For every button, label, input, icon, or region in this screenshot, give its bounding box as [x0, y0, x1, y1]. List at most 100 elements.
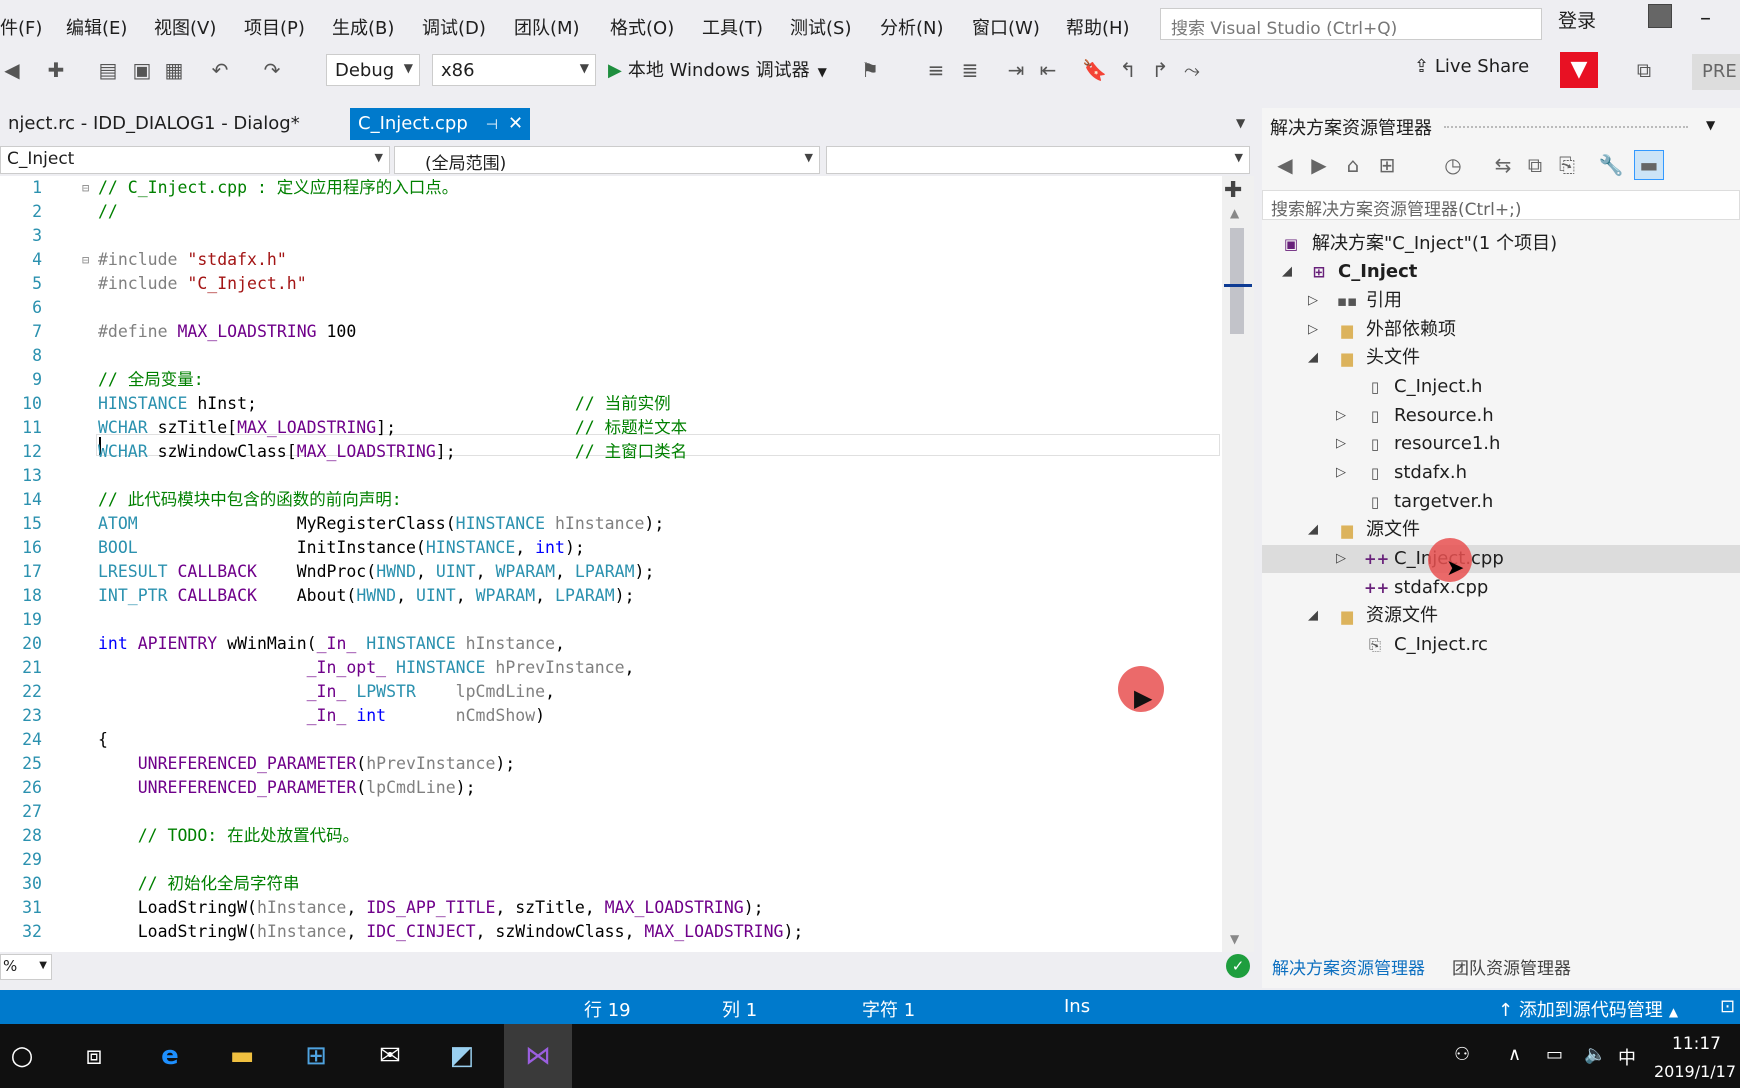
browse-icon[interactable]: ⚑	[858, 58, 882, 82]
tree-file-stdafx-h[interactable]: ▷ ▯ stdafx.h	[1262, 459, 1740, 487]
collapse-icon[interactable]: ⊟	[82, 248, 89, 272]
redo-icon[interactable]: ↷	[260, 58, 284, 82]
panel-menu-icon[interactable]: ▼	[1706, 118, 1715, 132]
menu-edit[interactable]: 编辑(E)	[66, 14, 127, 40]
tree-headers-folder[interactable]: ◢ ▆ 头文件	[1262, 344, 1740, 372]
tree-file-resource1-h[interactable]: ▷ ▯ resource1.h	[1262, 430, 1740, 458]
tree-file-inject-h[interactable]: ▯ C_Inject.h	[1262, 373, 1740, 401]
quick-launch-search[interactable]: 搜索 Visual Studio (Ctrl+Q)	[1160, 8, 1542, 40]
code-editor[interactable]: 1 ⊟// C_Inject.cpp : 定义应用程序的入口点。 2// 3 4 ⊟…	[0, 176, 1222, 952]
tree-file-inject-cpp[interactable]: ▷ ++ C_Inject.cpp	[1262, 545, 1740, 573]
show-all-files-icon[interactable]: ⎘	[1554, 152, 1580, 178]
switch-views-icon[interactable]: ⊞	[1374, 152, 1400, 178]
config-select[interactable]: Debug ▼	[326, 54, 420, 86]
tree-file-inject-rc[interactable]: ⎘ C_Inject.rc	[1262, 631, 1740, 659]
show-hidden-icons[interactable]: ∧	[1508, 1044, 1521, 1065]
tree-file-targetver-h[interactable]: ▯ targetver.h	[1262, 488, 1740, 516]
menu-tools[interactable]: 工具(T)	[702, 14, 763, 40]
tree-project[interactable]: ◢ ⊞ C_Inject	[1262, 258, 1740, 286]
task-view-icon[interactable]: ⧈	[74, 1036, 114, 1076]
tree-solution-root[interactable]: ▣ 解决方案"C_Inject"(1 个项目)	[1262, 230, 1740, 258]
clock-date[interactable]: 2019/1/17	[1654, 1062, 1736, 1081]
member-nav-select[interactable]: ▼	[826, 146, 1250, 174]
collapse-icon[interactable]: ⊟	[82, 176, 89, 200]
indent-icon[interactable]: ⇥	[1004, 58, 1028, 82]
collapsed-icon[interactable]: ▷	[1308, 316, 1318, 344]
clear-bookmarks-icon[interactable]: ⤳	[1180, 58, 1204, 82]
add-to-source-control-button[interactable]: ↑ 添加到源代码管理 ▲	[1498, 996, 1678, 1022]
tree-resources-folder[interactable]: ◢ ▆ 资源文件	[1262, 602, 1740, 630]
expanded-icon[interactable]: ◢	[1282, 258, 1292, 286]
no-issues-icon[interactable]: ✓	[1226, 954, 1250, 978]
open-file-icon[interactable]: ▤	[96, 58, 120, 82]
collapse-all-icon[interactable]: ⧉	[1522, 152, 1548, 178]
tab-team-explorer[interactable]: 团队资源管理器	[1452, 954, 1571, 979]
tree-external-deps[interactable]: ▷ ▆ 外部依赖项	[1262, 316, 1740, 344]
collapsed-icon[interactable]: ▷	[1336, 430, 1346, 458]
start-debugging-button[interactable]: ▶ 本地 Windows 调试器 ▼	[608, 56, 827, 82]
volume-icon[interactable]: 🔈	[1584, 1044, 1606, 1065]
notifications-icon[interactable]: ⊡	[1720, 996, 1735, 1017]
pending-changes-icon[interactable]: ◷	[1440, 152, 1466, 178]
menu-file[interactable]: 件(F)	[0, 14, 42, 40]
collapsed-icon[interactable]: ▷	[1308, 287, 1318, 315]
pin-icon[interactable]: ⊣	[486, 117, 498, 133]
avatar[interactable]	[1648, 4, 1672, 28]
next-bookmark-icon[interactable]: ↱	[1148, 58, 1172, 82]
collapsed-icon[interactable]: ▷	[1336, 459, 1346, 487]
tree-sources-folder[interactable]: ◢ ▆ 源文件	[1262, 516, 1740, 544]
feedback-button[interactable]: ▼	[1560, 52, 1598, 88]
panel-grip[interactable]	[1444, 126, 1688, 134]
cortana-icon[interactable]: ○	[2, 1036, 42, 1076]
preview-badge[interactable]: PRE	[1692, 54, 1740, 90]
forward-icon[interactable]: ▶	[1306, 152, 1332, 178]
menu-build[interactable]: 生成(B)	[332, 14, 394, 40]
collapsed-icon[interactable]: ▷	[1336, 545, 1346, 573]
undo-icon[interactable]: ↶	[208, 58, 232, 82]
scroll-thumb[interactable]	[1230, 228, 1244, 334]
expanded-icon[interactable]: ◢	[1308, 516, 1318, 544]
uncomment-icon[interactable]: ≣	[958, 58, 982, 82]
tree-references[interactable]: ▷ ▪▪ 引用	[1262, 287, 1740, 315]
ime-indicator[interactable]: 中	[1618, 1044, 1636, 1070]
live-share-button[interactable]: ⇪ Live Share	[1414, 56, 1529, 77]
file-explorer-icon[interactable]: ▬	[222, 1036, 262, 1076]
menu-help[interactable]: 帮助(H)	[1066, 14, 1130, 40]
bookmark-icon[interactable]: 🔖	[1082, 58, 1107, 82]
clock-time[interactable]: 11:17	[1672, 1034, 1721, 1054]
comment-icon[interactable]: ≡	[924, 58, 948, 82]
save-all-icon[interactable]: ▦	[162, 58, 186, 82]
login-link[interactable]: 登录	[1558, 6, 1596, 33]
tree-file-stdafx-cpp[interactable]: ++ stdafx.cpp	[1262, 574, 1740, 602]
app-icon[interactable]: ◩	[442, 1036, 482, 1076]
network-icon[interactable]: ▭	[1546, 1044, 1563, 1065]
notifications-icon[interactable]: ⧉	[1632, 58, 1656, 82]
tab-solution-explorer[interactable]: 解决方案资源管理器	[1272, 954, 1425, 979]
sync-icon[interactable]: ⇆	[1490, 152, 1516, 178]
scroll-down-icon[interactable]: ▼	[1230, 932, 1239, 946]
properties-icon[interactable]: 🔧	[1598, 152, 1624, 178]
home-icon[interactable]: ⌂	[1340, 152, 1366, 178]
menu-test[interactable]: 测试(S)	[790, 14, 851, 40]
back-icon[interactable]: ◀	[1272, 152, 1298, 178]
minimize-button[interactable]: –	[1700, 6, 1711, 31]
people-icon[interactable]: ⚇	[1454, 1044, 1470, 1065]
collapsed-icon[interactable]: ▷	[1336, 402, 1346, 430]
project-nav-select[interactable]: C_Inject ▼	[0, 146, 390, 174]
tree-file-resource-h[interactable]: ▷ ▯ Resource.h	[1262, 402, 1740, 430]
expanded-icon[interactable]: ◢	[1308, 344, 1318, 372]
mail-icon[interactable]: ✉	[370, 1036, 410, 1076]
zoom-select[interactable]: % ▼	[0, 954, 52, 980]
store-icon[interactable]: ⊞	[296, 1036, 336, 1076]
menu-view[interactable]: 视图(V)	[154, 14, 216, 40]
tab-inject-rc[interactable]: nject.rc - IDD_DIALOG1 - Dialog*	[0, 108, 340, 140]
menu-format[interactable]: 格式(O)	[610, 14, 674, 40]
edge-icon[interactable]: e	[150, 1036, 190, 1076]
menu-project[interactable]: 项目(P)	[244, 14, 305, 40]
scope-nav-select[interactable]: (全局范围) ▼	[394, 146, 820, 174]
platform-select[interactable]: x86 ▼	[432, 54, 596, 86]
split-editor-icon[interactable]: ✚	[1224, 178, 1242, 203]
save-icon[interactable]: ▣	[130, 58, 154, 82]
new-project-icon[interactable]: ✚	[44, 58, 68, 82]
menu-window[interactable]: 窗口(W)	[972, 14, 1040, 40]
